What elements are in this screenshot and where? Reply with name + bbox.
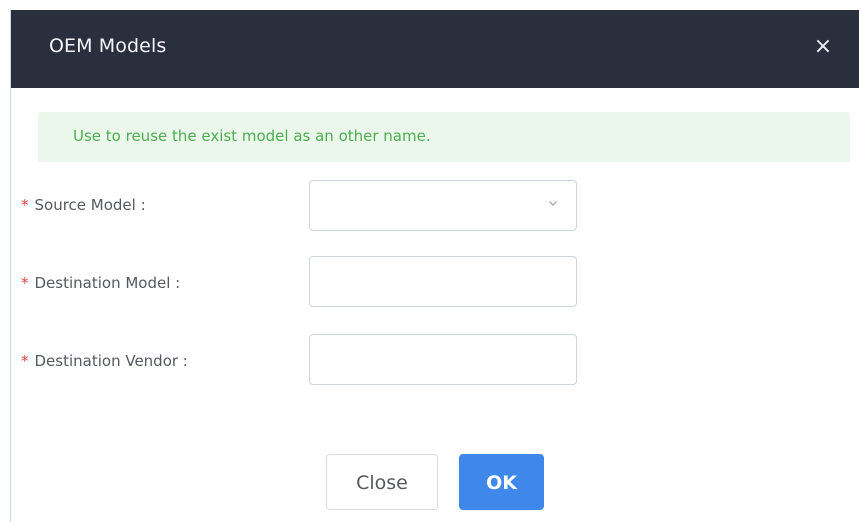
required-marker: * [21, 196, 29, 214]
required-marker: * [21, 352, 29, 370]
info-notice: Use to reuse the exist model as an other… [38, 112, 850, 162]
close-icon[interactable]: × [810, 32, 836, 62]
ok-button[interactable]: OK [459, 454, 544, 510]
oem-models-dialog: OEM Models × Use to reuse the exist mode… [10, 10, 859, 522]
destination-vendor-input[interactable] [310, 335, 576, 384]
destination-vendor-label: * Destination Vendor : [21, 352, 188, 370]
required-marker: * [21, 274, 29, 292]
notice-text: Use to reuse the exist model as an other… [73, 127, 431, 145]
source-model-label-text: Source Model : [34, 196, 146, 214]
destination-model-label: * Destination Model : [21, 274, 180, 292]
close-button[interactable]: Close [326, 454, 438, 510]
source-model-label: * Source Model : [21, 196, 146, 214]
dialog-header: OEM Models × [11, 10, 859, 88]
dialog-title: OEM Models [49, 35, 167, 57]
destination-model-label-text: Destination Model : [34, 274, 181, 292]
destination-vendor-field[interactable] [309, 334, 577, 385]
destination-model-field[interactable] [309, 256, 577, 307]
chevron-down-icon [549, 201, 557, 206]
source-model-select[interactable] [309, 180, 577, 231]
destination-model-input[interactable] [310, 257, 576, 306]
destination-vendor-label-text: Destination Vendor : [34, 352, 188, 370]
